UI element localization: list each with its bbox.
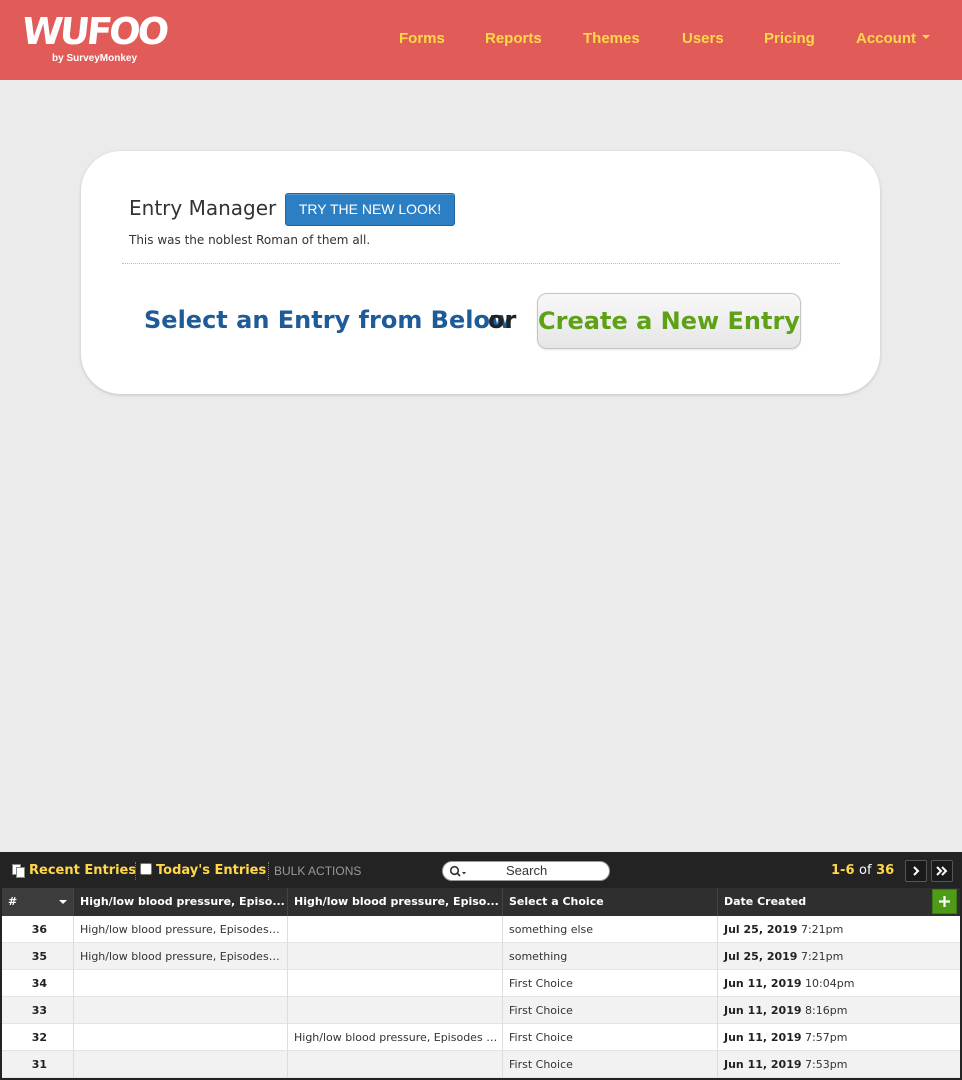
- column-header-blood-pressure-1[interactable]: High/low blood pressure, Episo...: [74, 888, 288, 916]
- cell-blood-pressure-2: [288, 943, 503, 970]
- entry-number: 34: [2, 970, 74, 997]
- cell-date-created: Jun 11, 2019 8:16pm: [718, 997, 960, 1024]
- search-placeholder: Search: [506, 863, 548, 878]
- cell-blood-pressure-2: [288, 997, 503, 1024]
- time-value: 7:21pm: [800, 950, 844, 963]
- cell-blood-pressure-1: [74, 997, 288, 1024]
- todays-entries-tab[interactable]: Today's Entries: [156, 863, 266, 878]
- cell-select-choice: First Choice: [503, 1024, 718, 1051]
- date-value: Jun 11, 2019: [724, 1031, 802, 1044]
- todays-entries-checkbox[interactable]: [140, 863, 152, 875]
- double-chevron-right-icon: [936, 866, 948, 876]
- cell-date-created: Jun 11, 2019 7:57pm: [718, 1024, 960, 1051]
- or-text: or: [488, 306, 517, 334]
- try-new-look-button[interactable]: TRY THE NEW LOOK!: [285, 193, 455, 226]
- logo-subtitle: by SurveyMonkey: [52, 53, 138, 64]
- nav-reports[interactable]: Reports: [485, 30, 542, 50]
- time-value: 7:53pm: [805, 1058, 848, 1071]
- date-value: Jul 25, 2019: [724, 923, 798, 936]
- bulk-actions-button[interactable]: BULK ACTIONS: [274, 864, 361, 878]
- chevron-right-icon: [913, 866, 920, 876]
- date-value: Jun 11, 2019: [724, 1004, 802, 1017]
- entry-number: 32: [2, 1024, 74, 1051]
- table-row[interactable]: 34 First Choice Jun 11, 2019 10:04pm: [2, 970, 960, 997]
- last-page-button[interactable]: [931, 860, 953, 882]
- table-row[interactable]: 32 High/low blood pressure, Episodes of d…: [2, 1024, 960, 1051]
- entry-number: 35: [2, 943, 74, 970]
- search-icon: [449, 865, 466, 877]
- pagination-status: 1-6 of 36: [831, 863, 894, 878]
- nav-themes[interactable]: Themes: [583, 30, 640, 50]
- add-column-button[interactable]: [932, 889, 957, 914]
- page-title: Entry Manager: [129, 196, 277, 220]
- column-header-label: #: [8, 895, 18, 908]
- nav-pricing[interactable]: Pricing: [764, 30, 815, 50]
- column-header-number[interactable]: #: [2, 888, 74, 916]
- column-header-date-created[interactable]: Date Created: [718, 888, 960, 916]
- cell-date-created: Jul 25, 2019 7:21pm: [718, 943, 960, 970]
- page-of: of: [859, 863, 872, 878]
- cell-select-choice: First Choice: [503, 970, 718, 997]
- page-total: 36: [876, 863, 895, 878]
- nav-users[interactable]: Users: [682, 30, 724, 50]
- create-new-entry-button[interactable]: Create a New Entry: [537, 293, 801, 349]
- table-row[interactable]: 35High/low blood pressure, Episodes of d…: [2, 943, 960, 970]
- cell-date-created: Jun 11, 2019 7:53pm: [718, 1051, 960, 1078]
- cell-blood-pressure-2: [288, 916, 503, 943]
- nav-account[interactable]: Account: [856, 30, 930, 50]
- column-header-select-choice[interactable]: Select a Choice: [503, 888, 718, 916]
- page-range: 1-6: [831, 863, 855, 878]
- entry-number: 31: [2, 1051, 74, 1078]
- cell-blood-pressure-2: [288, 1051, 503, 1078]
- date-value: Jun 11, 2019: [724, 977, 802, 990]
- top-navbar: WUFOO by SurveyMonkey Forms Reports Them…: [0, 0, 962, 80]
- wufoo-logo[interactable]: WUFOO by SurveyMonkey: [20, 10, 169, 68]
- cell-select-choice: something: [503, 943, 718, 970]
- sort-caret-icon: [59, 900, 67, 904]
- divider: [122, 263, 840, 264]
- cell-date-created: Jul 25, 2019 7:21pm: [718, 916, 960, 943]
- table-row[interactable]: 31 First Choice Jun 11, 2019 7:53pm: [2, 1051, 960, 1078]
- toolbar-divider: [135, 862, 136, 880]
- column-header-blood-pressure-2[interactable]: High/low blood pressure, Episo...: [288, 888, 503, 916]
- nav-forms[interactable]: Forms: [399, 30, 445, 50]
- entry-number: 33: [2, 997, 74, 1024]
- time-value: 8:16pm: [805, 1004, 848, 1017]
- date-value: Jun 11, 2019: [724, 1058, 802, 1071]
- cell-select-choice: First Choice: [503, 997, 718, 1024]
- recent-entries-tab[interactable]: Recent Entries: [29, 863, 136, 878]
- entry-manager-card: Entry Manager TRY THE NEW LOOK! This was…: [81, 151, 880, 394]
- cell-date-created: Jun 11, 2019 10:04pm: [718, 970, 960, 997]
- cell-blood-pressure-1: [74, 1024, 288, 1051]
- date-value: Jul 25, 2019: [724, 950, 798, 963]
- table-row[interactable]: 36High/low blood pressure, Episodes of d…: [2, 916, 960, 943]
- entry-number: 36: [2, 916, 74, 943]
- form-description: This was the noblest Roman of them all.: [129, 233, 371, 247]
- plus-icon: [939, 896, 950, 907]
- cell-blood-pressure-2: [288, 970, 503, 997]
- toolbar-divider: [268, 862, 269, 880]
- entries-toolbar: Recent Entries Today's Entries BULK ACTI…: [2, 854, 960, 888]
- time-value: 7:57pm: [805, 1031, 848, 1044]
- search-input[interactable]: Search: [442, 861, 610, 881]
- time-value: 10:04pm: [805, 977, 855, 990]
- entries-table-body: 36High/low blood pressure, Episodes of d…: [2, 916, 960, 1078]
- table-header: # High/low blood pressure, Episo... High…: [2, 888, 960, 916]
- cell-blood-pressure-1: [74, 970, 288, 997]
- time-value: 7:21pm: [800, 923, 844, 936]
- entries-icon: [12, 864, 26, 878]
- next-page-button[interactable]: [905, 860, 927, 882]
- cell-blood-pressure-1: [74, 1051, 288, 1078]
- cell-blood-pressure-1: High/low blood pressure, Episodes of diz…: [74, 916, 288, 943]
- cell-select-choice: something else: [503, 916, 718, 943]
- cell-blood-pressure-2: High/low blood pressure, Episodes of diz…: [288, 1024, 503, 1051]
- caret-down-icon: [922, 35, 930, 40]
- cell-select-choice: First Choice: [503, 1051, 718, 1078]
- cell-blood-pressure-1: High/low blood pressure, Episodes of diz…: [74, 943, 288, 970]
- select-entry-prompt: Select an Entry from Below: [144, 306, 513, 334]
- table-row[interactable]: 33 First Choice Jun 11, 2019 8:16pm: [2, 997, 960, 1024]
- logo-wordmark: WUFOO: [19, 10, 169, 53]
- nav-account-label: Account: [856, 30, 916, 47]
- entries-panel: Recent Entries Today's Entries BULK ACTI…: [0, 852, 962, 1080]
